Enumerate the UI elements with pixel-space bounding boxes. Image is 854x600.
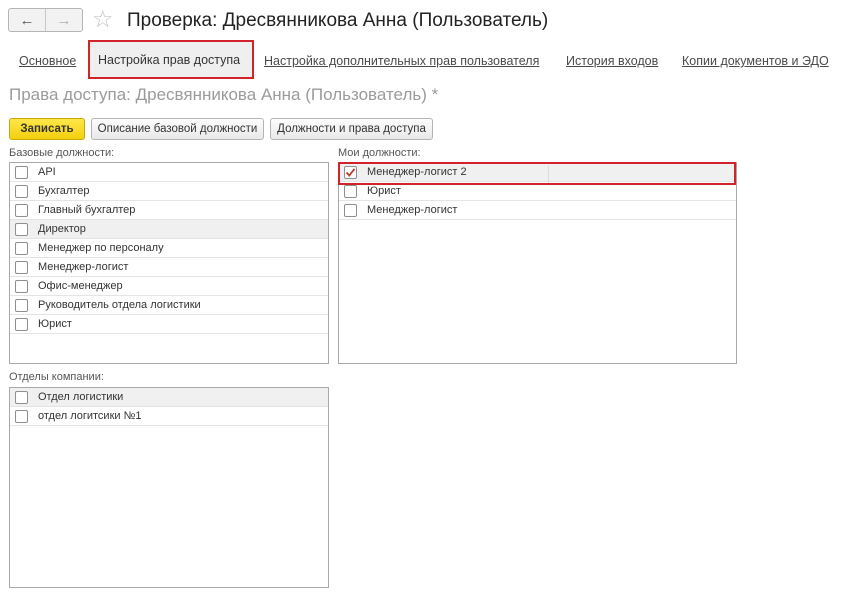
row-label: Менеджер-логист [38,261,129,273]
base-position-row[interactable]: Бухгалтер [10,182,328,201]
base-position-row[interactable]: Менеджер-логист [10,258,328,277]
my-position-row[interactable]: Менеджер-логист 2 [339,163,736,182]
base-position-description-button[interactable]: Описание базовой должности [91,118,264,140]
row-label: Юрист [38,318,72,330]
tab-bar: Основное Настройка прав доступа Настройк… [0,40,854,80]
base-position-row[interactable]: API [10,163,328,182]
arrow-left-icon: ← [19,11,35,29]
checkmark-icon [345,167,356,177]
checkbox[interactable] [15,165,28,179]
back-button[interactable]: ← [9,9,45,31]
checkbox[interactable] [15,241,28,255]
checkbox[interactable] [15,222,28,236]
checkbox[interactable] [15,260,28,274]
tab-login-history[interactable]: История входов [566,54,658,68]
row-label: Юрист [367,185,401,197]
row-label: Менеджер-логист [367,204,458,216]
row-label: Директор [38,223,86,235]
checkbox[interactable] [15,409,28,423]
base-position-row[interactable]: Офис-менеджер [10,277,328,296]
checkbox[interactable] [15,203,28,217]
checkbox[interactable] [15,390,28,404]
tab-access-rights[interactable]: Настройка прав доступа [88,40,254,79]
checkbox[interactable] [15,317,28,331]
page-title: Проверка: Дресвянникова Анна (Пользовате… [127,10,549,31]
checkbox[interactable] [344,203,357,217]
row-label: отдел логитсики №1 [38,410,142,422]
form-subtitle: Права доступа: Дресвянникова Анна (Польз… [9,85,439,104]
my-position-row[interactable]: Менеджер-логист [339,201,736,220]
checkbox[interactable] [344,184,357,198]
my-positions-list: Менеджер-логист 2 Юрист Менеджер-логист [338,162,737,364]
base-position-row[interactable]: Главный бухгалтер [10,201,328,220]
department-row[interactable]: Отдел логистики [10,388,328,407]
row-label: Руководитель отдела логистики [38,299,201,311]
positions-and-rights-button[interactable]: Должности и права доступа [270,118,433,140]
my-positions-label: Мои должности: [338,147,421,159]
base-position-row[interactable]: Юрист [10,315,328,334]
departments-label: Отделы компании: [9,371,104,383]
base-position-row[interactable]: Директор [10,220,328,239]
star-icon[interactable]: ☆ [92,6,114,34]
tab-main[interactable]: Основное [19,54,76,68]
row-label: Менеджер по персоналу [38,242,164,254]
save-button[interactable]: Записать [9,118,85,140]
column-divider [548,165,549,183]
base-position-row[interactable]: Руководитель отдела логистики [10,296,328,315]
checkbox[interactable] [15,279,28,293]
arrow-right-icon: → [56,11,72,29]
row-label: API [38,166,56,178]
row-label: Менеджер-логист 2 [367,166,467,178]
tab-document-copies-edo[interactable]: Копии документов и ЭДО [682,54,829,68]
my-position-row[interactable]: Юрист [339,182,736,201]
row-label: Главный бухгалтер [38,204,136,216]
base-positions-label: Базовые должности: [9,147,115,159]
row-label: Офис-менеджер [38,280,123,292]
forward-button[interactable]: → [45,9,82,31]
checkbox[interactable] [15,298,28,312]
checkbox[interactable] [15,184,28,198]
navigation-buttons: ← → [8,8,83,32]
row-label: Бухгалтер [38,185,90,197]
base-positions-list: API Бухгалтер Главный бухгалтер Директор Мен… [9,162,329,364]
checkbox-checked[interactable] [344,165,357,179]
tab-additional-rights[interactable]: Настройка дополнительных прав пользовате… [264,54,539,68]
departments-list: Отдел логистики отдел логитсики №1 [9,387,329,588]
row-label: Отдел логистики [38,391,124,403]
department-row[interactable]: отдел логитсики №1 [10,407,328,426]
base-position-row[interactable]: Менеджер по персоналу [10,239,328,258]
